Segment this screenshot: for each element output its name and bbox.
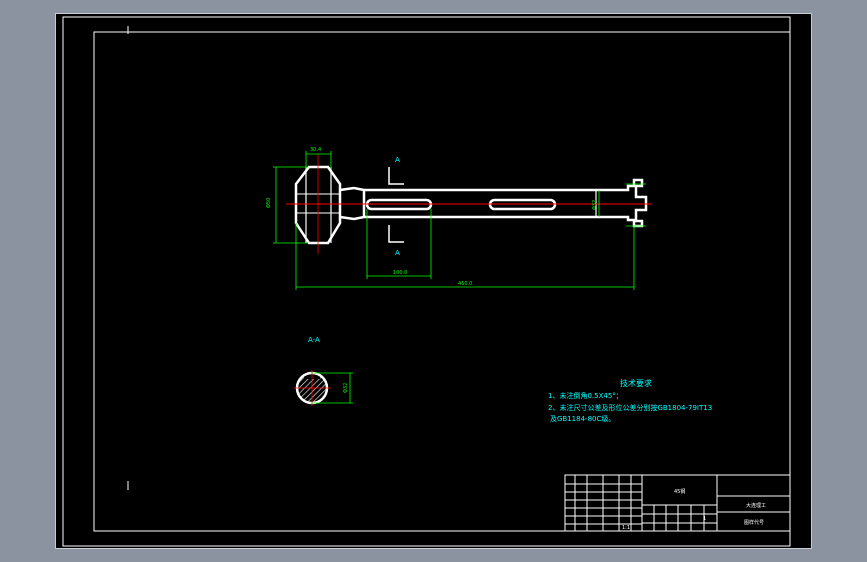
dim-head-height: Φ50 bbox=[266, 198, 272, 208]
outer-frame bbox=[62, 16, 791, 547]
drawing-canvas: A A 30.4 Φ50 Φ32 100.0 460.0 A-A Φ32 技术要… bbox=[62, 16, 791, 547]
title-qty: 1 bbox=[703, 516, 706, 522]
title-scale: 1:1 bbox=[622, 525, 630, 531]
title-drawing-no: 图样代号 bbox=[744, 519, 764, 526]
title-org: 大连理工 bbox=[746, 502, 766, 509]
tech-title: 技术要求 bbox=[620, 378, 652, 388]
dim-head-width: 30.4 bbox=[310, 147, 321, 153]
section-label-top: A bbox=[395, 156, 400, 164]
dim-overall-length: 460.0 bbox=[458, 281, 472, 287]
dimension-lines bbox=[273, 151, 646, 290]
shaft-body bbox=[364, 178, 648, 228]
section-label-bottom: A bbox=[395, 249, 400, 257]
dim-shaft-dia: Φ32 bbox=[592, 200, 598, 210]
shaft-neck bbox=[339, 186, 365, 192]
title-material: 45钢 bbox=[674, 488, 685, 495]
dim-slot-length: 100.0 bbox=[393, 270, 407, 276]
section-view-title: A-A bbox=[308, 336, 320, 344]
dim-section: Φ32 bbox=[343, 383, 349, 393]
tech-line-1: 1、未注倒角0.5X45°； bbox=[548, 391, 623, 400]
tech-line-3: 及GB1184-80C级。 bbox=[550, 414, 615, 423]
inner-frame bbox=[93, 31, 791, 532]
cad-viewport[interactable]: A A 30.4 Φ50 Φ32 100.0 460.0 A-A Φ32 技术要… bbox=[55, 13, 812, 549]
section-view bbox=[294, 370, 331, 406]
tech-line-2: 2、未注尺寸公差及形位公差分别按GB1804-79IT13 bbox=[548, 403, 712, 412]
